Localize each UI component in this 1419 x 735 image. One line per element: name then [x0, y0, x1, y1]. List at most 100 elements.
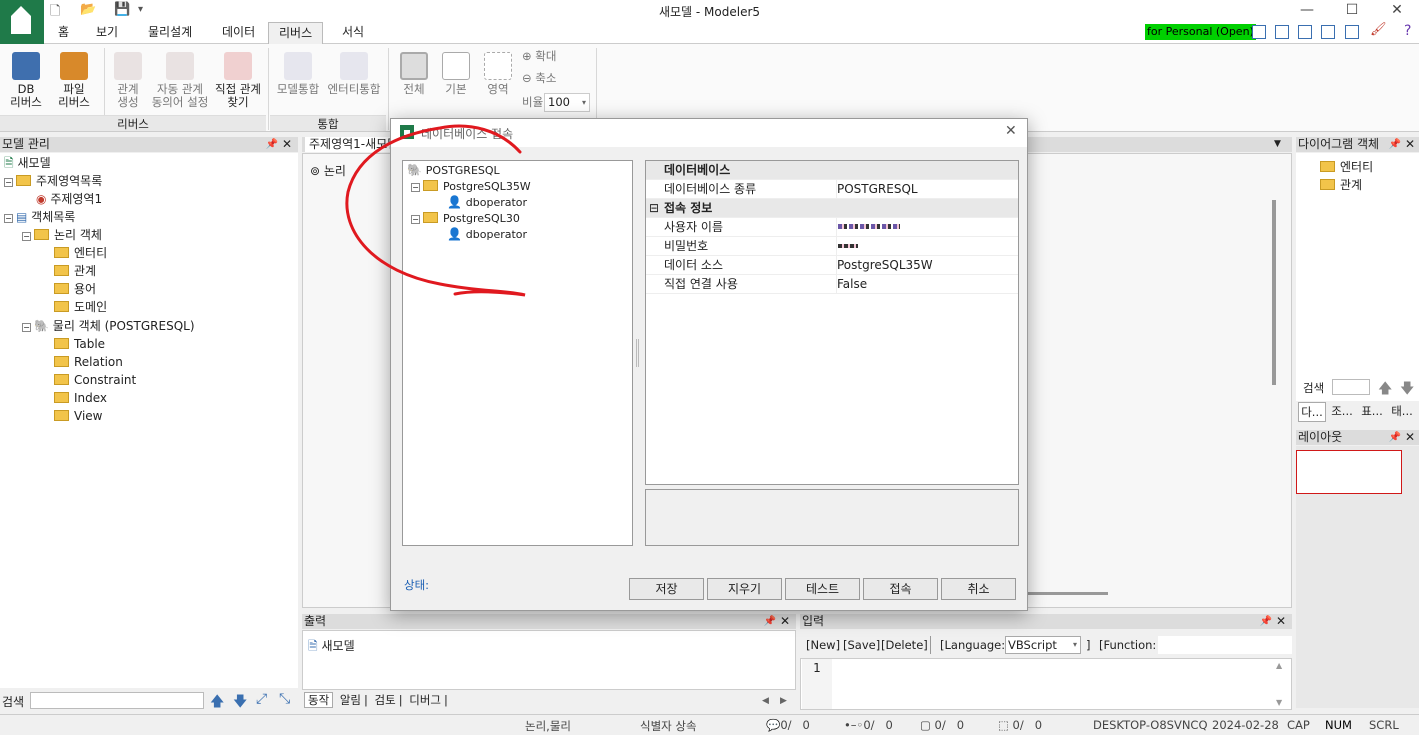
canvas-vscrollbar[interactable]	[1272, 200, 1276, 385]
right-tab-diagram[interactable]: 다...	[1298, 402, 1326, 422]
function-select[interactable]	[1158, 636, 1292, 654]
direct-relation-button[interactable]: 직접 관계 찾기	[212, 52, 264, 109]
paint-icon[interactable]: 🖌	[1370, 22, 1387, 37]
model-merge-button[interactable]: 모델통합	[274, 52, 322, 96]
tree-item-view[interactable]: View	[54, 408, 102, 424]
layout-left-icon[interactable]	[1252, 25, 1266, 39]
right-tab-table[interactable]: 표...	[1358, 402, 1386, 420]
tree-item-index[interactable]: Index	[54, 390, 107, 406]
tree-item-subject-list[interactable]: − 주제영역목록	[4, 173, 102, 189]
basic-view-icon	[442, 52, 470, 80]
property-grid: 데이터베이스 데이터베이스 종류 POSTGRESQL ⊟ 접속 정보 사용자 이름…	[645, 160, 1019, 485]
tree-item-logical[interactable]: − 논리 객체	[22, 227, 102, 243]
prop-password[interactable]: 비밀번호	[646, 237, 1018, 256]
language-select[interactable]: VBScript ▾	[1005, 636, 1081, 654]
relation-generate-button[interactable]: 관계 생성	[108, 52, 148, 109]
right-tab-search[interactable]: 조...	[1328, 402, 1356, 420]
db-reverse-button[interactable]: DB 리버스	[6, 52, 46, 109]
minimize-button[interactable]: —	[1284, 0, 1330, 22]
editor-scroll-up-icon[interactable]: ▲	[1276, 661, 1282, 670]
layout-bottom-icon[interactable]	[1298, 25, 1312, 39]
diagram-item-entity[interactable]: 엔터티	[1320, 159, 1373, 175]
layout-list-icon[interactable]	[1345, 25, 1359, 39]
left-search-input[interactable]	[30, 692, 204, 709]
full-view-icon	[400, 52, 428, 80]
view-full-button[interactable]: 전체	[396, 52, 432, 96]
redacted-username	[838, 224, 900, 229]
editor-scroll-down-icon[interactable]: ▼	[1276, 698, 1282, 707]
right-arrow-down-icon[interactable]: 🡇	[1400, 378, 1414, 402]
input-delete-button[interactable]: [Delete]	[881, 638, 928, 652]
document-tab-dropdown-icon[interactable]: ▼	[1274, 139, 1281, 149]
output-tab-review[interactable]: 검토	[372, 693, 399, 707]
select-icon: ⬚	[998, 718, 1009, 732]
prop-datasource[interactable]: 데이터 소스 PostgreSQL35W	[646, 256, 1018, 275]
tab-reverse[interactable]: 리버스	[268, 22, 324, 44]
prop-direct-connect[interactable]: 직접 연결 사용 False	[646, 275, 1018, 294]
view-area-button[interactable]: 영역	[480, 52, 516, 96]
layout-viewport[interactable]	[1296, 450, 1402, 494]
tree-item-term[interactable]: 용어	[54, 281, 96, 297]
output-tab-alert[interactable]: 알림	[337, 693, 364, 707]
dialog-close-button[interactable]: ✕	[1005, 123, 1017, 139]
folder-icon	[54, 283, 69, 294]
tab-format[interactable]: 서식	[332, 22, 374, 44]
tree-item-subject1[interactable]: ◉ 주제영역1	[36, 191, 102, 207]
zoom-out-button[interactable]: ⊖ 축소	[522, 72, 556, 85]
layout-right-icon[interactable]	[1275, 25, 1289, 39]
connect-button[interactable]: 접속	[863, 578, 938, 600]
status-label: 상태:	[404, 578, 430, 592]
script-editor[interactable]	[800, 658, 1292, 710]
tab-physical-design[interactable]: 물리설계	[138, 22, 202, 44]
right-arrow-up-icon[interactable]: 🡅	[1378, 378, 1392, 402]
tree-item-domain[interactable]: 도메인	[54, 299, 107, 315]
output-scroll-left-icon[interactable]: ◀	[762, 696, 769, 706]
output-tabs: 동작 알림 | 검토 | 디버그 |	[304, 692, 448, 708]
input-save-button[interactable]: [Save]	[843, 638, 880, 652]
tree-item-object-list[interactable]: − ▤ 객체목록	[4, 209, 75, 225]
cancel-button[interactable]: 취소	[941, 578, 1016, 600]
model-icon: 🗎	[308, 639, 318, 653]
section-database: 데이터베이스	[646, 161, 1018, 180]
tree-item-table[interactable]: Table	[54, 336, 105, 352]
entity-merge-button[interactable]: 엔터티통합	[326, 52, 382, 96]
tree-item-entity[interactable]: 엔터티	[54, 245, 107, 261]
tree-item-physical[interactable]: − 🐘 물리 객체 (POSTGRESQL)	[22, 318, 195, 334]
file-reverse-button[interactable]: 파일 리버스	[52, 52, 96, 109]
tree-item-relation-phys[interactable]: Relation	[54, 354, 123, 370]
layout-top-icon[interactable]	[1321, 25, 1335, 39]
input-new-button[interactable]: [New]	[806, 638, 840, 652]
zoom-ratio-select[interactable]: 100 ▾	[544, 93, 590, 112]
section-connection[interactable]: ⊟ 접속 정보	[646, 199, 1018, 218]
zoom-in-button[interactable]: ⊕ 확대	[522, 50, 556, 63]
expand-all-icon[interactable]: ⤢	[256, 691, 267, 707]
tab-data[interactable]: 데이터	[212, 22, 265, 44]
tab-home[interactable]: 홈	[48, 22, 79, 44]
save-button[interactable]: 저장	[629, 578, 704, 600]
tree-item-relation[interactable]: 관계	[54, 263, 96, 279]
diagram-item-relation[interactable]: 관계	[1320, 177, 1362, 193]
close-window-button[interactable]: ✕	[1374, 0, 1419, 22]
view-basic-button[interactable]: 기본	[438, 52, 474, 96]
maximize-button[interactable]: ☐	[1329, 0, 1375, 22]
prop-username[interactable]: 사용자 이름	[646, 218, 1018, 237]
output-tab-action[interactable]: 동작	[304, 692, 334, 708]
arrow-down-icon[interactable]: 🡇	[233, 691, 247, 715]
prop-db-type[interactable]: 데이터베이스 종류 POSTGRESQL	[646, 180, 1018, 199]
collapse-all-icon[interactable]: ⤡	[279, 691, 290, 707]
output-item[interactable]: 🗎 새모델	[308, 637, 355, 658]
right-tab-tag[interactable]: 태...	[1388, 402, 1416, 420]
output-tab-debug[interactable]: 디버그	[406, 693, 444, 707]
tree-item-constraint[interactable]: Constraint	[54, 372, 136, 388]
tree-item-model[interactable]: 🗎 새모델	[4, 155, 51, 171]
arrow-up-icon[interactable]: 🡅	[210, 691, 224, 715]
tab-view[interactable]: 보기	[86, 22, 128, 44]
test-button[interactable]: 테스트	[785, 578, 860, 600]
auto-relation-button[interactable]: 자동 관계 동의어 설정	[150, 52, 210, 109]
canvas-hscrollbar[interactable]	[1028, 592, 1108, 595]
right-search-input[interactable]	[1332, 379, 1370, 395]
help-icon[interactable]: ?	[1404, 23, 1411, 39]
clear-button[interactable]: 지우기	[707, 578, 782, 600]
splitter-handle[interactable]	[636, 339, 639, 367]
output-scroll-right-icon[interactable]: ▶	[780, 696, 787, 706]
